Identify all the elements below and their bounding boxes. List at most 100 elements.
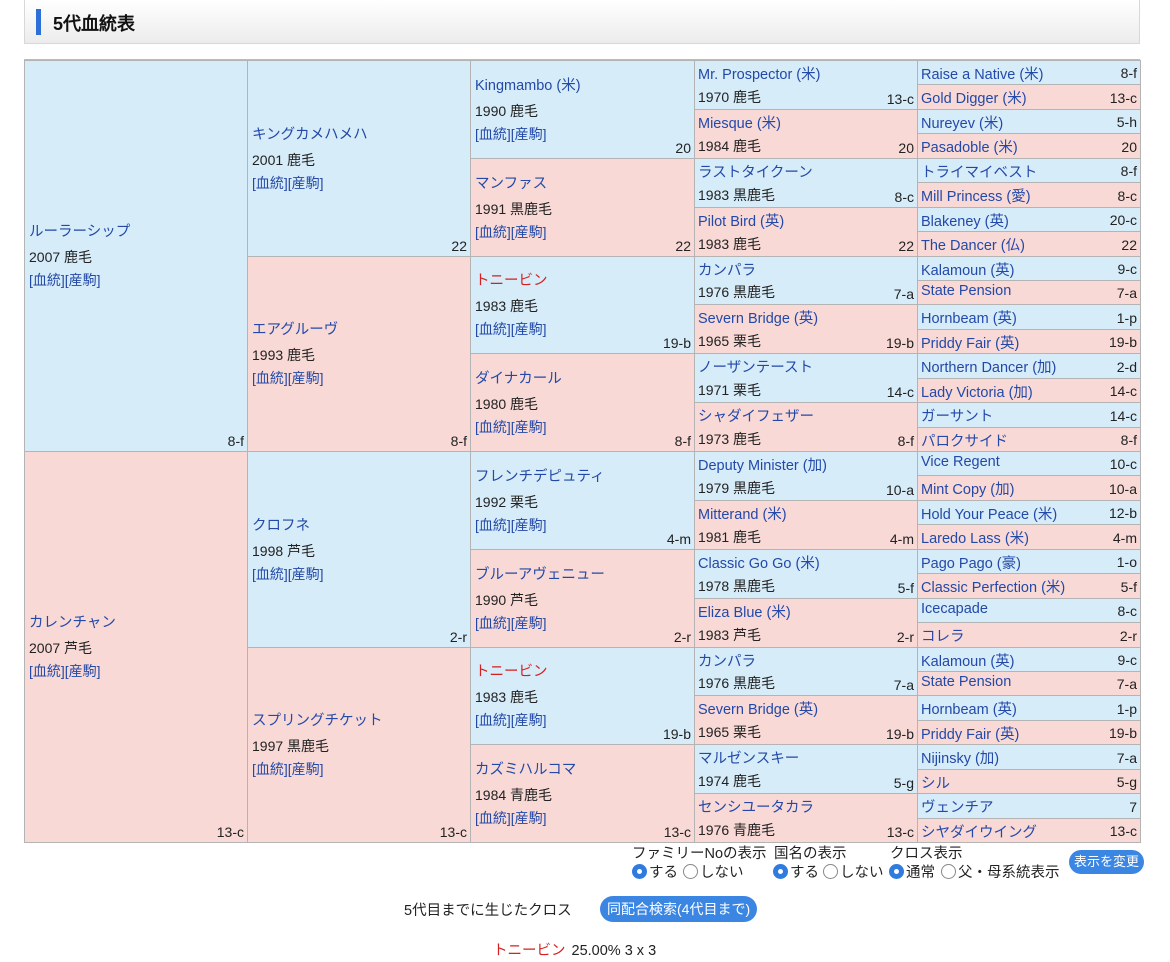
- country-hide-radio[interactable]: しない: [823, 861, 884, 882]
- horse-name-link[interactable]: トニービン: [475, 269, 694, 290]
- cross-horse-link[interactable]: トニービン: [493, 943, 566, 959]
- same-cross-search-button[interactable]: 同配合検索(4代目まで): [600, 896, 758, 922]
- horse-name-link[interactable]: Vice Regent: [921, 454, 1000, 470]
- horse-name-link[interactable]: ヴェンチア: [921, 796, 994, 817]
- offspring-link[interactable]: [産駒]: [65, 272, 101, 288]
- pedigree-link[interactable]: [血統]: [252, 566, 288, 582]
- offspring-link[interactable]: [産駒]: [288, 761, 324, 777]
- offspring-link[interactable]: [産駒]: [511, 615, 547, 631]
- horse-name-link[interactable]: スプリングチケット: [252, 709, 470, 730]
- horse-name-link[interactable]: ガーサント: [921, 405, 993, 426]
- horse-name-link[interactable]: Mill Princess (愛): [921, 185, 1031, 206]
- family-show-radio[interactable]: する: [632, 861, 678, 882]
- offspring-link[interactable]: [産駒]: [65, 663, 101, 679]
- cross-lineage-radio[interactable]: 父・母系統表示: [941, 861, 1060, 882]
- horse-name-link[interactable]: The Dancer (仏): [921, 234, 1025, 255]
- family-hide-radio[interactable]: しない: [683, 861, 744, 882]
- horse-name-link[interactable]: Northern Dancer (加): [921, 356, 1056, 377]
- horse-name-link[interactable]: Hornbeam (英): [921, 307, 1017, 328]
- offspring-link[interactable]: [産駒]: [288, 566, 324, 582]
- horse-name-link[interactable]: Kalamoun (英): [921, 259, 1014, 280]
- horse-name-link[interactable]: カンパラ: [698, 650, 756, 671]
- pedigree-cell-gen5: State Pension 7-a: [917, 671, 1141, 696]
- pedigree-link[interactable]: [血統]: [29, 663, 65, 679]
- horse-name-link[interactable]: ルーラーシップ: [29, 220, 247, 241]
- change-display-button[interactable]: 表示を変更: [1069, 850, 1145, 874]
- pedigree-link[interactable]: [血統]: [475, 224, 511, 240]
- pedigree-link[interactable]: [血統]: [475, 419, 511, 435]
- offspring-link[interactable]: [産駒]: [511, 517, 547, 533]
- horse-name-link[interactable]: クロフネ: [252, 514, 470, 535]
- horse-name-link[interactable]: Kingmambo (米): [475, 74, 694, 95]
- horse-name-link[interactable]: Severn Bridge (英): [698, 698, 818, 719]
- horse-name-link[interactable]: Classic Go Go (米): [698, 552, 820, 573]
- pedigree-link[interactable]: [血統]: [252, 370, 288, 386]
- horse-name-link[interactable]: コレラ: [921, 625, 965, 646]
- pedigree-link[interactable]: [血統]: [475, 810, 511, 826]
- horse-name-link[interactable]: マンファス: [475, 172, 694, 193]
- horse-name-link[interactable]: トニービン: [475, 660, 694, 681]
- horse-name-link[interactable]: Gold Digger (米): [921, 87, 1027, 108]
- horse-name-link[interactable]: Mitterand (米): [698, 503, 787, 524]
- horse-name-link[interactable]: Lady Victoria (加): [921, 381, 1033, 402]
- horse-name-link[interactable]: ダイナカール: [475, 367, 694, 388]
- horse-name-link[interactable]: Nijinsky (加): [921, 747, 999, 768]
- horse-name-link[interactable]: Priddy Fair (英): [921, 332, 1019, 353]
- horse-name-link[interactable]: Miesque (米): [698, 112, 781, 133]
- horse-name-link[interactable]: キングカメハメハ: [252, 123, 470, 144]
- pedigree-link[interactable]: [血統]: [475, 615, 511, 631]
- horse-name-link[interactable]: フレンチデピュティ: [475, 465, 694, 486]
- pedigree-link[interactable]: [血統]: [475, 712, 511, 728]
- horse-name-link[interactable]: Pago Pago (豪): [921, 552, 1021, 573]
- horse-name-link[interactable]: カズミハルコマ: [475, 758, 694, 779]
- horse-name-link[interactable]: シヤダイウイング: [921, 821, 1037, 842]
- horse-name-link[interactable]: Deputy Minister (加): [698, 454, 827, 475]
- offspring-link[interactable]: [産駒]: [511, 419, 547, 435]
- horse-name-link[interactable]: Nureyev (米): [921, 112, 1003, 133]
- horse-name-link[interactable]: Hold Your Peace (米): [921, 503, 1057, 524]
- pedigree-link[interactable]: [血統]: [252, 175, 288, 191]
- horse-name-link[interactable]: Severn Bridge (英): [698, 307, 818, 328]
- offspring-link[interactable]: [産駒]: [288, 370, 324, 386]
- horse-name-link[interactable]: Icecapade: [921, 601, 988, 617]
- horse-name-link[interactable]: Classic Perfection (米): [921, 576, 1065, 597]
- offspring-link[interactable]: [産駒]: [511, 321, 547, 337]
- horse-name-link[interactable]: Kalamoun (英): [921, 650, 1014, 671]
- horse-name-link[interactable]: State Pension: [921, 283, 1011, 299]
- offspring-link[interactable]: [産駒]: [511, 810, 547, 826]
- horse-name-link[interactable]: Eliza Blue (米): [698, 601, 791, 622]
- horse-name-link[interactable]: ブルーアヴェニュー: [475, 563, 694, 584]
- horse-name-link[interactable]: ノーザンテースト: [698, 356, 813, 377]
- pedigree-link[interactable]: [血統]: [29, 272, 65, 288]
- horse-name-link[interactable]: Raise a Native (米): [921, 63, 1043, 84]
- horse-name-link[interactable]: シャダイフェザー: [698, 405, 814, 426]
- horse-name-link[interactable]: パロクサイド: [921, 430, 1008, 451]
- pedigree-link[interactable]: [血統]: [475, 126, 511, 142]
- horse-name-link[interactable]: Mint Copy (加): [921, 478, 1014, 499]
- horse-name-link[interactable]: Hornbeam (英): [921, 698, 1017, 719]
- horse-name-link[interactable]: Pilot Bird (英): [698, 210, 784, 231]
- horse-name-link[interactable]: Priddy Fair (英): [921, 723, 1019, 744]
- cross-normal-radio[interactable]: 通常: [889, 861, 935, 882]
- horse-name-link[interactable]: Mr. Prospector (米): [698, 63, 820, 84]
- horse-name-link[interactable]: Blakeney (英): [921, 210, 1009, 231]
- horse-name-link[interactable]: カレンチャン: [29, 611, 247, 632]
- offspring-link[interactable]: [産駒]: [511, 224, 547, 240]
- pedigree-link[interactable]: [血統]: [475, 517, 511, 533]
- horse-name-link[interactable]: カンパラ: [698, 259, 756, 280]
- horse-name-link[interactable]: Pasadoble (米): [921, 136, 1018, 157]
- offspring-link[interactable]: [産駒]: [511, 126, 547, 142]
- horse-name-link[interactable]: State Pension: [921, 674, 1011, 690]
- country-show-radio[interactable]: する: [773, 861, 819, 882]
- pedigree-link[interactable]: [血統]: [475, 321, 511, 337]
- horse-name-link[interactable]: シル: [921, 772, 950, 793]
- horse-name-link[interactable]: Laredo Lass (米): [921, 527, 1029, 548]
- horse-name-link[interactable]: センシユータカラ: [698, 796, 814, 817]
- offspring-link[interactable]: [産駒]: [511, 712, 547, 728]
- horse-name-link[interactable]: ラストタイクーン: [698, 161, 813, 182]
- horse-name-link[interactable]: トライマイベスト: [921, 161, 1037, 182]
- pedigree-link[interactable]: [血統]: [252, 761, 288, 777]
- horse-name-link[interactable]: マルゼンスキー: [698, 747, 799, 768]
- horse-name-link[interactable]: エアグルーヴ: [252, 318, 470, 339]
- offspring-link[interactable]: [産駒]: [288, 175, 324, 191]
